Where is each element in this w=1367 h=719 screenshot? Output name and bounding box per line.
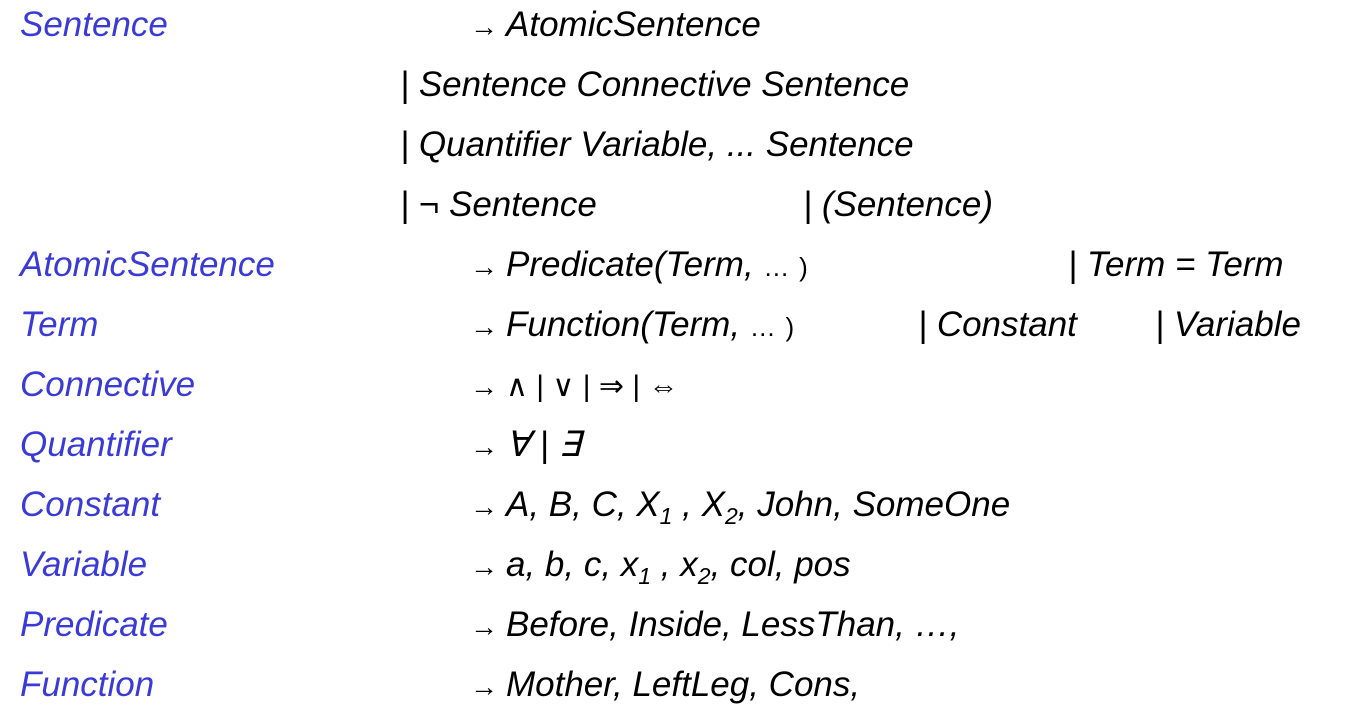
rule-quantifier-lhs: Quantifier <box>20 425 172 464</box>
rule-sentence-alt-quantifier: | Quantifier Variable, ... Sentence <box>400 125 914 164</box>
close-paren: ) <box>785 312 795 342</box>
variable-text-a: a, b, c, x <box>506 545 639 584</box>
rule-variable-rhs: → a, b, c, x1 , x2, col, pos <box>470 545 851 596</box>
variable-text-c: , col, pos <box>710 545 851 584</box>
arrow-icon: → <box>470 371 498 402</box>
close-paren: ) <box>799 252 808 282</box>
rule-term-alt-variable: | Variable <box>1155 305 1301 344</box>
rule-sentence-rhs-text: AtomicSentence <box>506 5 761 44</box>
arrow-icon: → <box>470 251 498 282</box>
ellipsis: … <box>749 312 776 342</box>
rule-atomic-alt: | Term = Term <box>1068 245 1284 284</box>
arrow-icon: → <box>470 551 498 582</box>
rule-sentence-alt-negation: | ¬ Sentence <box>400 185 597 224</box>
subscript: 2 <box>724 503 738 529</box>
rule-function-lhs: Function <box>20 665 155 704</box>
arrow-icon: → <box>470 311 498 342</box>
rule-term-rhs: → Function(Term, … ) <box>470 305 794 347</box>
arrow-icon: → <box>470 11 498 42</box>
quantifier-symbols: ∀ | ∃ <box>506 425 581 464</box>
rule-constant-rhs: → A, B, C, X1 , X2, John, SomeOne <box>470 485 1010 536</box>
rule-sentence-alt-connective: | Sentence Connective Sentence <box>400 65 910 104</box>
subscript: 2 <box>697 563 711 589</box>
constant-text-a: A, B, C, X <box>506 485 660 524</box>
rule-term-lhs: Term <box>20 305 99 344</box>
rule-atomic-rhs: → Predicate(Term, … ) <box>470 245 808 287</box>
predicate-text: Before, Inside, LessThan, …, <box>506 605 960 644</box>
rule-variable-lhs: Variable <box>20 545 148 584</box>
rule-connective-rhs: → ∧ | ∨ | ⇒ | ⇔ <box>470 365 678 407</box>
ellipsis: … <box>763 252 790 282</box>
rule-connective-lhs: Connective <box>20 365 196 404</box>
rule-sentence-rhs: → AtomicSentence <box>470 5 761 47</box>
rule-quantifier-rhs: → ∀ | ∃ <box>470 425 581 467</box>
arrow-icon: → <box>470 671 498 702</box>
rule-constant-lhs: Constant <box>20 485 161 524</box>
constant-text-b: , X <box>672 485 725 524</box>
rule-sentence-alt-parens: | (Sentence) <box>803 185 994 224</box>
rule-term-rhs-a: Function(Term, <box>506 305 750 344</box>
connective-symbols: ∧ | ∨ | ⇒ | ⇔ <box>506 370 679 403</box>
arrow-icon: → <box>470 491 498 522</box>
rule-predicate-rhs: → Before, Inside, LessThan, …, <box>470 605 959 647</box>
rule-atomic-lhs: AtomicSentence <box>20 245 275 284</box>
arrow-icon: → <box>470 431 498 462</box>
subscript: 1 <box>638 563 652 589</box>
function-text: Mother, LeftLeg, Cons, <box>506 665 861 704</box>
rule-predicate-lhs: Predicate <box>20 605 168 644</box>
rule-atomic-rhs-a: Predicate(Term, <box>506 245 764 284</box>
rule-term-alt-constant: | Constant <box>918 305 1077 344</box>
subscript: 1 <box>659 503 673 529</box>
constant-text-c: , John, SomeOne <box>737 485 1011 524</box>
variable-text-b: , x <box>651 545 698 584</box>
rule-function-rhs: → Mother, LeftLeg, Cons, <box>470 665 860 707</box>
arrow-icon: → <box>470 611 498 642</box>
rule-sentence-lhs: Sentence <box>20 5 168 44</box>
